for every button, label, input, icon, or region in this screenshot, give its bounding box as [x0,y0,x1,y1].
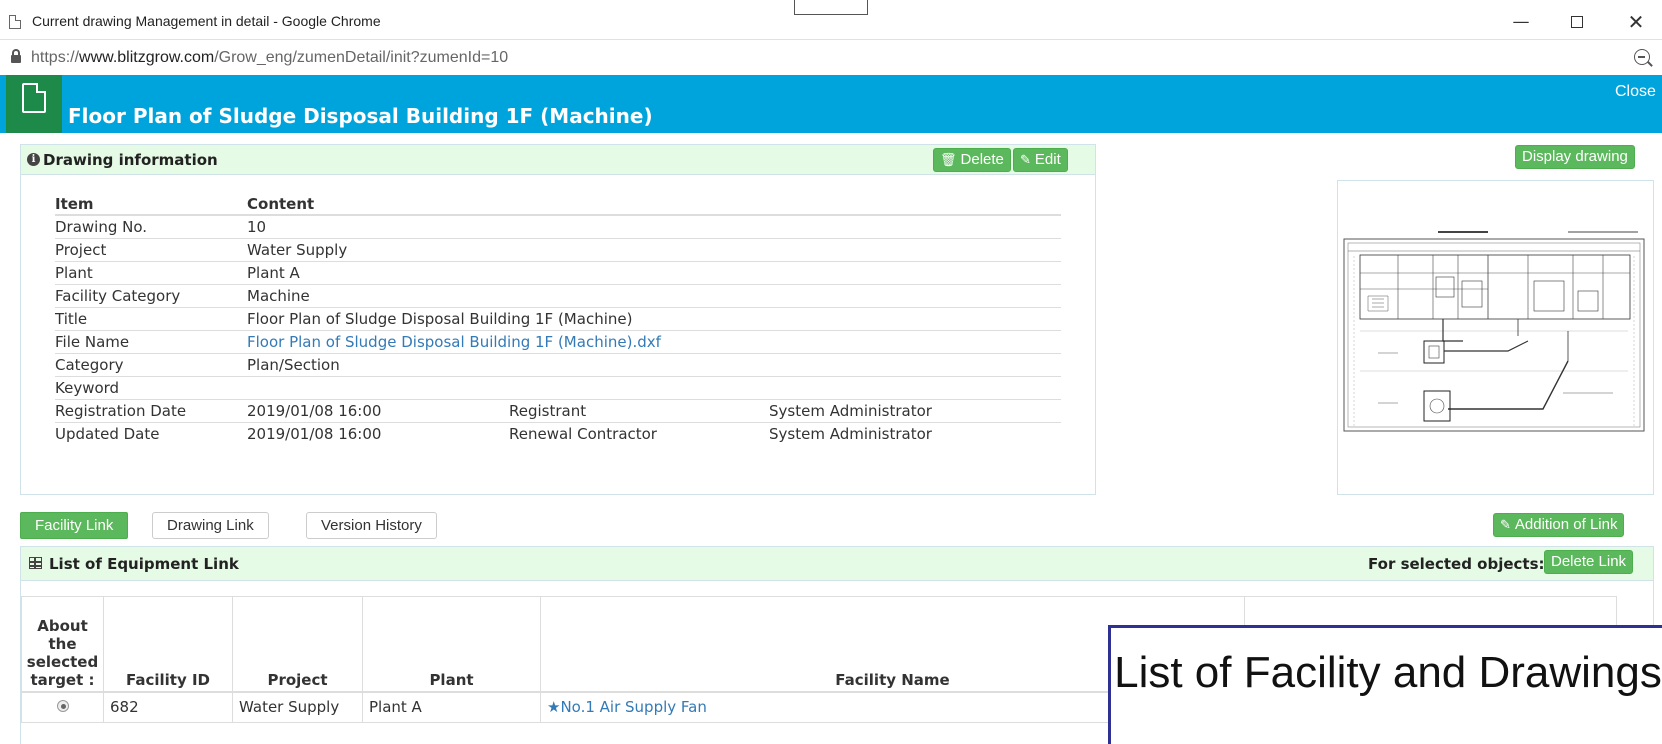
url-text[interactable]: https://www.blitzgrow.com/Grow_eng/zumen… [31,49,508,67]
maximize-icon [1571,16,1583,28]
row-label: Keyword [55,376,247,400]
window-notch [794,0,868,15]
registrant-label: Registrant [509,399,769,423]
selected-objects-label: For selected objects: [1368,555,1545,573]
updated-date-value: 2019/01/08 16:00 [247,424,382,443]
facility-id-cell: 682 [103,691,233,723]
equipment-link-title: List of Equipment Link [49,555,239,573]
page-header: Floor Plan of Sludge Disposal Building 1… [0,75,1662,133]
drawing-info-title: Drawing information [43,151,218,169]
tab-drawing-link[interactable]: Drawing Link [152,512,269,539]
registration-date-label: Registration Date [55,399,247,423]
edit-label: Edit [1034,151,1061,168]
minimize-button[interactable]: — [1503,8,1539,36]
delete-label: Delete [960,151,1004,168]
maximize-button[interactable] [1559,8,1595,36]
display-drawing-button[interactable]: Display drawing [1515,145,1635,169]
row-value: Machine [247,284,1061,308]
row-label: Drawing No. [55,215,247,239]
column-header-content: Content [247,193,1061,216]
drawing-info-table: Item Content Drawing No. 10 Project Water … [55,193,1061,445]
table-row: Registration Date 2019/01/08 16:00 Regis… [55,399,1061,423]
renewal-contractor-label: Renewal Contractor [509,424,657,443]
zoom-out-icon[interactable] [1634,49,1650,65]
window-title: Current drawing Management in detail - G… [32,13,381,29]
close-link[interactable]: Close [1615,83,1656,101]
url-path: /Grow_eng/zumenDetail/init?zumenId=10 [214,49,509,66]
window-titlebar: Current drawing Management in detail - G… [0,0,1662,40]
plant-cell: Plant A [362,691,541,723]
table-row: Category Plan/Section [55,353,1061,377]
column-header-plant: Plant [362,596,541,693]
table-row: Facility Category Machine [55,284,1061,308]
pencil-icon: ✎ [1020,152,1031,167]
file-icon [22,83,46,113]
drawing-preview[interactable] [1337,180,1654,495]
address-bar[interactable]: https://www.blitzgrow.com/Grow_eng/zumen… [0,41,1662,75]
table-row: File Name Floor Plan of Sludge Disposal B… [55,330,1061,354]
table-row: Title Floor Plan of Sludge Disposal Build… [55,307,1061,331]
table-row: Drawing No. 10 [55,215,1061,239]
url-host: www.blitzgrow.com [79,49,215,66]
delete-link-button[interactable]: Delete Link [1544,550,1634,574]
table-row: Keyword [55,376,1061,400]
row-value: 10 [247,215,1061,239]
equipment-link-header: List of Equipment Link For selected obje… [21,547,1653,581]
close-window-button[interactable]: ✕ [1618,8,1654,36]
table-row: Project Water Supply [55,238,1061,262]
column-header-facility-id: Facility ID [103,596,233,693]
registration-date-value: 2019/01/08 16:00 [247,399,509,423]
row-value: Floor Plan of Sludge Disposal Building 1… [247,307,1061,331]
tab-facility-link[interactable]: Facility Link [20,512,129,539]
caption-text: List of Facility and Drawings [1114,648,1662,697]
file-name-link[interactable]: Floor Plan of Sludge Disposal Building 1… [247,330,1061,354]
table-row: Plant Plant A [55,261,1061,285]
row-value [247,376,1061,400]
row-value: Water Supply [247,238,1061,262]
tab-version-history[interactable]: Version History [306,512,437,539]
caption-overlay: List of Facility and Drawings [1108,625,1662,744]
row-label: Category [55,353,247,377]
row-label: Title [55,307,247,331]
select-radio[interactable] [56,700,69,713]
page-icon-box [6,75,62,133]
document-icon [9,15,21,29]
page-title: Floor Plan of Sludge Disposal Building 1… [68,104,653,128]
select-cell[interactable] [21,691,104,723]
drawing-info-panel: i Drawing information 🗑 Delete ✎ Edit Item… [20,144,1096,495]
project-cell: Water Supply [232,691,363,723]
row-label: Facility Category [55,284,247,308]
addition-of-link-label: Addition of Link [1514,516,1618,533]
floor-plan-thumbnail [1343,231,1645,432]
pencil-icon: ✎ [1500,517,1511,532]
row-label: Plant [55,261,247,285]
column-header-about: About the selected target : [21,596,104,693]
renewal-contractor-value: System Administrator [769,424,932,443]
trash-icon: 🗑 [940,152,957,167]
registrant-value: System Administrator [769,399,1061,423]
delete-button[interactable]: 🗑 Delete [933,148,1011,172]
row-label: File Name [55,330,247,354]
row-label: Project [55,238,247,262]
table-row: Updated Date 2019/01/08 16:00 Renewal Co… [55,422,1061,445]
addition-of-link-button[interactable]: ✎ Addition of Link [1493,513,1625,537]
row-value: Plant A [247,261,1061,285]
row-value: Plan/Section [247,353,1061,377]
table-icon [29,557,42,569]
edit-button[interactable]: ✎ Edit [1013,148,1068,172]
updated-date-label: Updated Date [55,424,160,443]
info-icon: i [27,153,40,166]
column-header-project: Project [232,596,363,693]
lock-icon [11,49,21,63]
url-scheme: https:// [31,49,80,66]
drawing-info-header: i Drawing information 🗑 Delete ✎ Edit [21,145,1095,175]
column-header-item: Item [55,193,247,216]
